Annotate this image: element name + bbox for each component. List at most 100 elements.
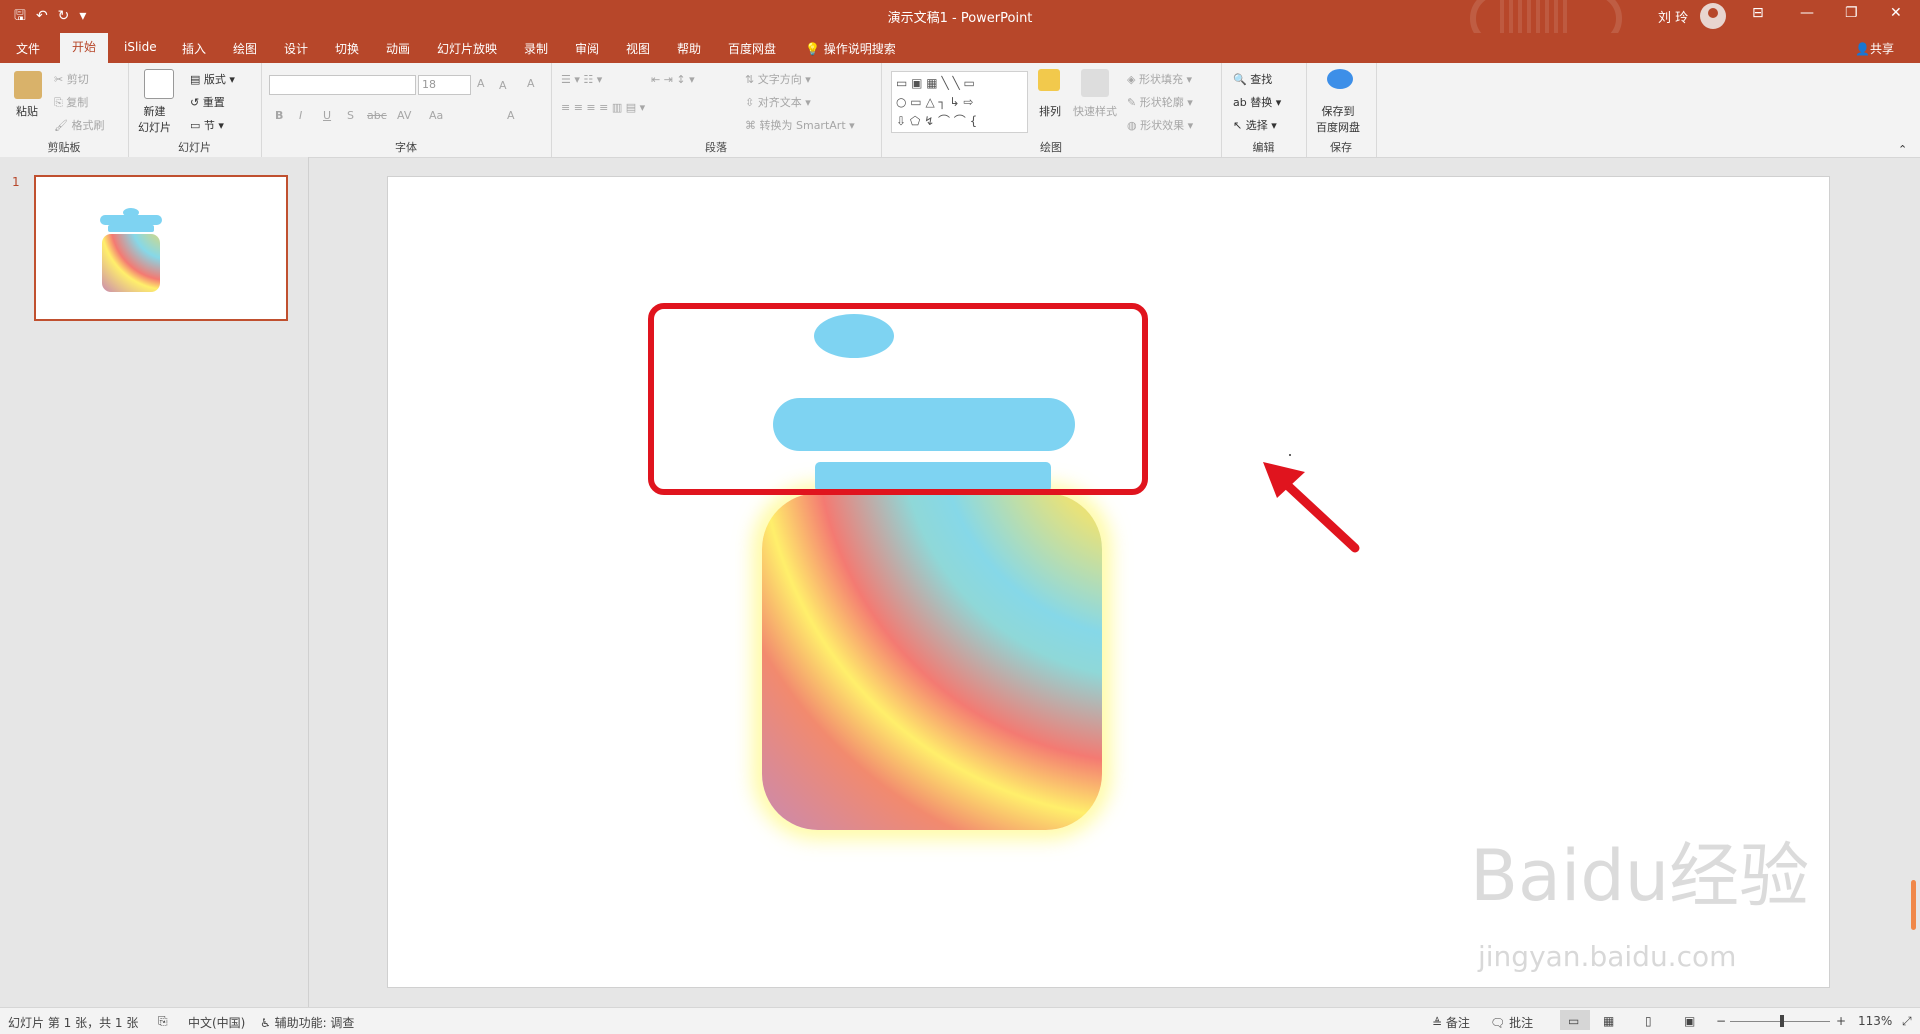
thumbnail-jar-body <box>102 234 160 292</box>
strikethrough-button[interactable]: abc <box>367 109 387 122</box>
language-status[interactable]: 中文(中国) <box>188 1014 245 1031</box>
tab-record[interactable]: 录制 <box>524 40 548 57</box>
format-painter-label: 格式刷 <box>71 119 105 132</box>
tab-baidu-netdisk[interactable]: 百度网盘 <box>728 40 776 57</box>
new-slide-button[interactable]: 新建 幻灯片 <box>138 103 171 135</box>
character-spacing-button[interactable]: AV <box>397 109 411 122</box>
font-color-button[interactable]: A <box>507 109 515 122</box>
section-label: 节 <box>203 119 215 132</box>
cut-button[interactable]: ✂ 剪切 <box>54 71 89 87</box>
font-size-box[interactable]: 18 <box>418 75 471 95</box>
alignment-buttons[interactable]: ≡ ≡ ≡ ≡ ▥ ▤ ▾ <box>561 101 645 114</box>
zoom-level[interactable]: 113% <box>1858 1014 1892 1028</box>
thumbnail-jar-neck <box>108 225 154 232</box>
accessibility-status[interactable]: ♿ 辅助功能: 调查 <box>260 1014 354 1031</box>
layout-button[interactable]: ▤ 版式 ▾ <box>190 71 235 87</box>
scrollbar-thumb[interactable] <box>1911 880 1916 930</box>
underline-button[interactable]: U <box>323 109 331 122</box>
text-direction-button[interactable]: ⇅ 文字方向 ▾ <box>745 71 811 87</box>
tab-transitions[interactable]: 切换 <box>335 40 359 57</box>
italic-button[interactable]: I <box>299 109 302 122</box>
shadow-button[interactable]: S <box>347 109 354 122</box>
tab-view[interactable]: 视图 <box>626 40 650 57</box>
comments-button[interactable]: 🗨 批注 <box>1490 1014 1533 1031</box>
status-bar: 幻灯片 第 1 张，共 1 张 ⎘ 中文(中国) ♿ 辅助功能: 调查 ≜ 备注… <box>0 1007 1920 1034</box>
zoom-slider-handle[interactable] <box>1780 1015 1784 1027</box>
fit-slide-icon[interactable]: ⤢ <box>1902 1014 1912 1029</box>
paragraph-group-label: 段落 <box>705 141 727 154</box>
spelling-icon[interactable]: ⎘ <box>158 1014 168 1029</box>
replace-button[interactable]: ab 替换 ▾ <box>1233 94 1281 110</box>
new-slide-icon[interactable] <box>144 69 174 99</box>
shrink-font-button[interactable]: A <box>499 79 507 92</box>
shape-outline-button[interactable]: ✎ 形状轮廓 ▾ <box>1127 94 1193 110</box>
clipboard-group-label: 剪贴板 <box>47 141 81 154</box>
jar-body-shape[interactable] <box>762 493 1102 830</box>
quick-styles-icon[interactable] <box>1081 69 1109 97</box>
section-button[interactable]: ▭ 节 ▾ <box>190 117 224 133</box>
find-button[interactable]: 🔍 查找 <box>1233 71 1272 87</box>
grow-font-button[interactable]: A <box>477 77 485 90</box>
accessibility-label: 辅助功能: 调查 <box>274 1016 355 1030</box>
font-name-box[interactable] <box>269 75 416 95</box>
arrange-icon[interactable] <box>1038 69 1060 91</box>
bold-button[interactable]: B <box>275 109 283 122</box>
bullets-button[interactable]: ☰ ▾ ☷ ▾ <box>561 73 602 86</box>
cut-label: 剪切 <box>66 73 89 86</box>
tab-help[interactable]: 帮助 <box>677 40 701 57</box>
font-group: 18 A A A B I U S abc AV Aa A 字体 <box>261 63 552 157</box>
zoom-out-button[interactable]: − <box>1716 1014 1726 1028</box>
tab-insert[interactable]: 插入 <box>182 40 206 57</box>
reading-view-icon[interactable]: ▯ <box>1645 1014 1652 1028</box>
tab-islide[interactable]: iSlide <box>124 40 157 54</box>
shape-fill-button[interactable]: ◈ 形状填充 ▾ <box>1127 71 1192 87</box>
ribbon-display-options-icon[interactable]: ⊟ <box>1752 5 1764 21</box>
slide-thumbnail[interactable] <box>34 175 288 321</box>
tab-design[interactable]: 设计 <box>284 40 308 57</box>
font-size-value: 18 <box>422 78 436 91</box>
annotation-arrow-icon <box>1263 462 1360 553</box>
align-text-button[interactable]: ⇳ 对齐文本 ▾ <box>745 94 811 110</box>
paste-button[interactable]: 粘贴 <box>16 103 38 119</box>
baidu-netdisk-icon[interactable] <box>1327 69 1353 89</box>
zoom-in-button[interactable]: + <box>1836 1014 1846 1028</box>
watermark-url: jingyan.baidu.com <box>1478 940 1737 973</box>
share-button[interactable]: 👤共享 <box>1855 40 1894 57</box>
reset-button[interactable]: ↺ 重置 <box>190 94 225 110</box>
restore-icon[interactable]: ❐ <box>1845 5 1858 21</box>
avatar[interactable] <box>1700 3 1726 29</box>
tab-animations[interactable]: 动画 <box>386 40 410 57</box>
user-name[interactable]: 刘 玲 <box>1658 7 1688 26</box>
copy-button[interactable]: ⎘ 复制 <box>54 94 88 110</box>
collapse-ribbon-icon[interactable]: ⌃ <box>1898 143 1907 156</box>
quick-styles-button[interactable]: 快速样式 <box>1073 103 1117 119</box>
slideshow-icon[interactable]: ▣ <box>1684 1014 1695 1028</box>
shape-effects-button[interactable]: ◍ 形状效果 ▾ <box>1127 117 1193 133</box>
tab-draw[interactable]: 绘图 <box>233 40 257 57</box>
notes-button[interactable]: ≜ 备注 <box>1432 1014 1470 1031</box>
drawing-group: ▭ ▣ ▦ ╲ ╲ ▭ ○ ▭ △ ┐ ↳ ⇨ ⇩ ⬠ ↯ ⌒ ⌒ { 排列 快速样… <box>881 63 1222 157</box>
tab-file[interactable]: 文件 <box>16 40 40 57</box>
indent-buttons[interactable]: ⇤ ⇥ ↕ ▾ <box>651 73 695 86</box>
ribbon: 粘贴 ✂ 剪切 ⎘ 复制 🖌 格式刷 剪贴板 新建 幻灯片 ▤ 版式 ▾ ↺ 重… <box>0 63 1920 158</box>
convert-smartart-button[interactable]: ⌘ 转换为 SmartArt ▾ <box>745 117 855 133</box>
tell-me-search[interactable]: 💡 操作说明搜索 <box>805 40 896 57</box>
arrange-button[interactable]: 排列 <box>1039 103 1061 119</box>
close-icon[interactable]: ✕ <box>1890 5 1902 21</box>
paste-icon[interactable] <box>14 71 42 99</box>
select-label: 选择 <box>1245 119 1268 132</box>
save-to-baidu-button[interactable]: 保存到 百度网盘 <box>1316 103 1360 135</box>
format-painter-button[interactable]: 🖌 格式刷 <box>54 117 104 133</box>
layout-label: 版式 <box>203 73 226 86</box>
clear-format-button[interactable]: A <box>527 77 535 90</box>
tab-review[interactable]: 审阅 <box>575 40 599 57</box>
shapes-gallery[interactable]: ▭ ▣ ▦ ╲ ╲ ▭ ○ ▭ △ ┐ ↳ ⇨ ⇩ ⬠ ↯ ⌒ ⌒ { <box>891 71 1028 133</box>
change-case-button[interactable]: Aa <box>429 109 443 122</box>
slide-sorter-icon[interactable]: ▦ <box>1603 1014 1614 1028</box>
align-text-label: 对齐文本 <box>757 96 802 109</box>
watermark-brand: Baidu经验 <box>1470 835 1810 917</box>
tab-home[interactable]: 开始 <box>60 33 109 63</box>
tab-slideshow[interactable]: 幻灯片放映 <box>437 40 497 57</box>
select-button[interactable]: ↖ 选择 ▾ <box>1233 117 1277 133</box>
minimize-icon[interactable]: — <box>1800 5 1814 21</box>
